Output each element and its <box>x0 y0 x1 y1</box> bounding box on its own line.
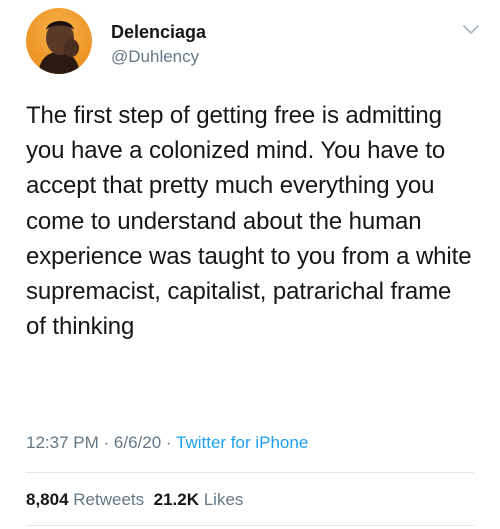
meta-separator: · <box>103 433 110 452</box>
likes-label: Likes <box>203 490 244 509</box>
tweet-card: Delenciaga @Duhlency The first step of g… <box>0 0 500 529</box>
likes-count: 21.2K <box>153 490 199 509</box>
tweet-source-link[interactable]: Twitter for iPhone <box>176 433 308 452</box>
divider <box>26 472 474 473</box>
meta-separator: · <box>165 433 172 452</box>
user-handle[interactable]: @Duhlency <box>111 47 199 67</box>
divider <box>26 525 474 526</box>
avatar[interactable] <box>26 8 92 74</box>
tweet-header: Delenciaga @Duhlency <box>26 8 486 78</box>
tweet-stats: 8,804 Retweets 21.2K Likes <box>26 490 243 510</box>
likes-stat[interactable]: 21.2K Likes <box>154 490 244 509</box>
chevron-down-icon[interactable] <box>460 18 482 40</box>
retweets-count: 8,804 <box>26 490 69 509</box>
tweet-meta: 12:37 PM · 6/6/20 · Twitter for iPhone <box>26 433 308 453</box>
display-name[interactable]: Delenciaga <box>111 22 206 43</box>
retweets-label: Retweets <box>73 490 145 509</box>
tweet-text: The first step of getting free is admitt… <box>26 102 472 341</box>
avatar-image <box>38 21 80 74</box>
tweet-date[interactable]: 6/6/20 <box>114 433 161 452</box>
tweet-time[interactable]: 12:37 PM <box>26 433 99 452</box>
retweets-stat[interactable]: 8,804 Retweets <box>26 490 144 509</box>
